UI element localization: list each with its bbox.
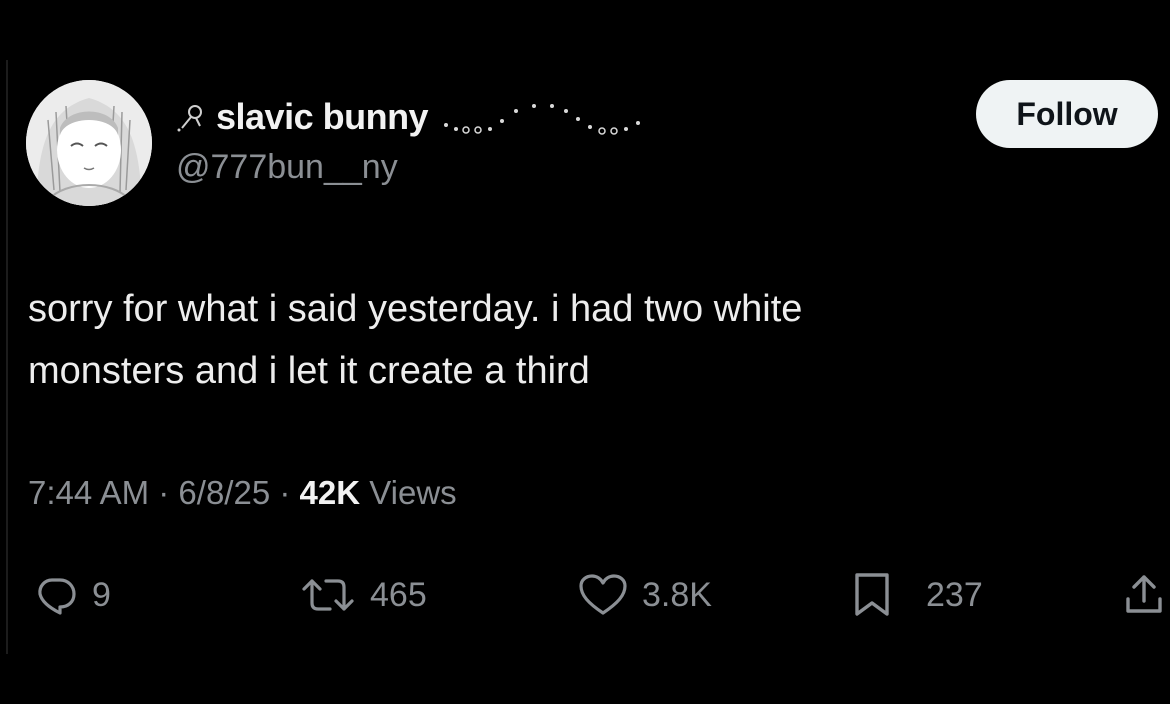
- tweet-date[interactable]: 6/8/25: [178, 474, 270, 511]
- action-bar: 9 465 3.8K 237: [0, 560, 1170, 630]
- avatar[interactable]: [26, 80, 152, 206]
- bookmark-button[interactable]: 237: [852, 560, 983, 630]
- ribbon-icon: [177, 105, 202, 132]
- follow-button[interactable]: Follow: [976, 80, 1158, 148]
- tweet-meta: 7:44 AM · 6/8/25 · 42K Views: [28, 474, 457, 512]
- tweet-text-line: monsters and i let it create a third: [28, 350, 590, 392]
- repost-count: 465: [370, 575, 427, 614]
- like-count: 3.8K: [642, 575, 712, 614]
- tweet-text: sorry for what i said yesterday. i had t…: [28, 278, 1138, 402]
- views-count: 42K: [299, 474, 370, 511]
- meta-separator: ·: [279, 474, 300, 511]
- name-row: slavic bunny: [174, 96, 652, 138]
- tweet-text-line: sorry for what i said yesterday. i had t…: [28, 288, 803, 330]
- reply-count: 9: [92, 575, 111, 614]
- repost-icon: [302, 579, 354, 611]
- bookmark-count: 237: [926, 575, 983, 614]
- display-name[interactable]: slavic bunny: [216, 96, 429, 138]
- reply-button[interactable]: 9: [34, 560, 111, 630]
- tweet-card: slavic bunny @777bun__ny Follow sorry fo…: [0, 0, 1170, 704]
- reply-icon: [38, 578, 76, 615]
- decorative-dots-icon: [444, 104, 641, 135]
- user-handle[interactable]: @777bun__ny: [176, 148, 398, 187]
- tweet-time[interactable]: 7:44 AM: [28, 474, 149, 511]
- heart-icon: [579, 574, 627, 615]
- meta-separator: ·: [158, 474, 179, 511]
- share-button[interactable]: [1122, 560, 1166, 630]
- like-button[interactable]: 3.8K: [578, 560, 712, 630]
- bookmark-icon: [855, 573, 889, 616]
- repost-button[interactable]: 465: [300, 560, 427, 630]
- share-icon: [1126, 575, 1162, 613]
- views-label: Views: [369, 474, 457, 511]
